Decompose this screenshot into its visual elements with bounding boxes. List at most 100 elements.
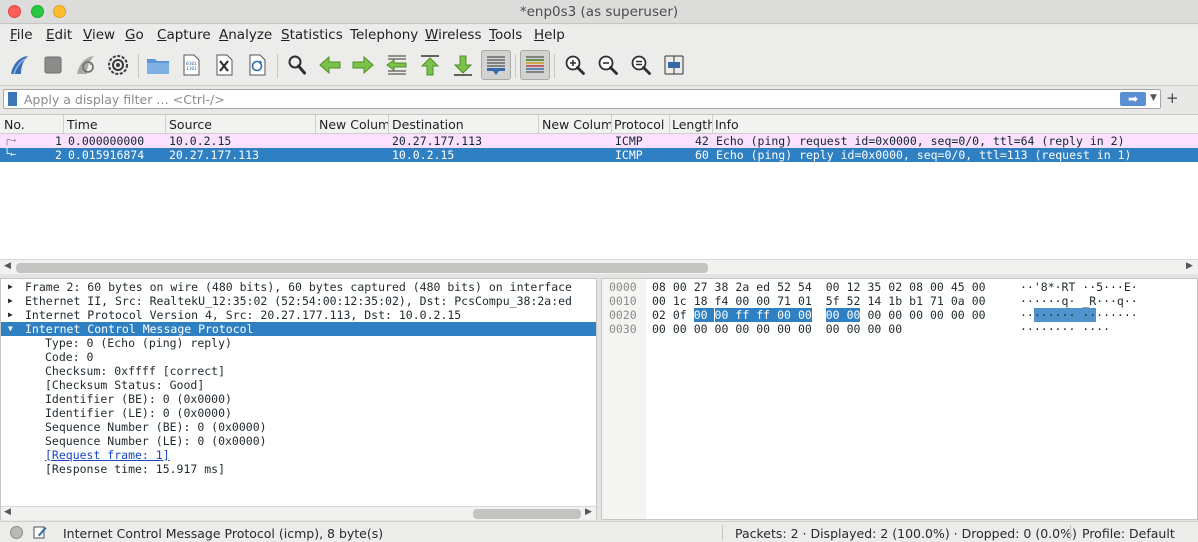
hex-byte[interactable]: 00	[930, 308, 944, 322]
menu-analyze[interactable]: Analyze	[219, 27, 272, 43]
hex-byte[interactable]: 71	[777, 294, 791, 308]
expand-arrow-icon[interactable]: ▶	[8, 308, 13, 322]
hex-byte[interactable]: f4	[715, 294, 729, 308]
autoscroll-icon[interactable]	[481, 50, 511, 80]
hex-byte[interactable]: 00	[735, 322, 749, 336]
hex-byte[interactable]: 00	[930, 280, 944, 294]
detail-field[interactable]: Type: 0 (Echo (ping) reply)	[1, 336, 596, 350]
packet-row-selected[interactable]: └← 2 0.015916874 20.27.177.113 10.0.2.15…	[0, 148, 1198, 162]
hex-byte[interactable]: 00	[714, 308, 736, 322]
hex-ascii[interactable]: ··'8*·RT ··5···E·	[1020, 280, 1138, 294]
hex-byte[interactable]: 00	[652, 294, 666, 308]
hex-row[interactable]: 0030 00 00 00 00 00 00 00 00 00 00 00 00 ········ ···…	[602, 322, 1192, 336]
hex-byte[interactable]: 2a	[735, 280, 749, 294]
column-header-destination[interactable]: Destination	[392, 117, 537, 132]
hex-byte[interactable]: 00	[694, 322, 708, 336]
hex-byte[interactable]: 00	[693, 308, 715, 322]
packet-list-horizontal-scrollbar[interactable]: ◀ ▶	[0, 259, 1198, 275]
menu-view[interactable]: View	[83, 27, 115, 43]
detail-field[interactable]: Sequence Number (LE): 0 (0x0000)	[1, 434, 596, 448]
detail-field[interactable]: Sequence Number (BE): 0 (0x0000)	[1, 420, 596, 434]
hex-byte[interactable]: 38	[715, 280, 729, 294]
column-header-new-column-2[interactable]: New Colum	[542, 117, 611, 132]
hex-byte[interactable]: 00	[826, 322, 840, 336]
hex-row[interactable]: 0000 08 00 27 38 2a ed 52 54 00 12 35 02 08 00 45 00 ··'8…	[602, 280, 1192, 294]
menu-capture[interactable]: Capture	[157, 27, 211, 43]
column-header-time[interactable]: Time	[67, 117, 161, 132]
scroll-right-icon[interactable]: ▶	[585, 507, 592, 517]
hex-byte[interactable]: 00	[777, 322, 791, 336]
hex-byte[interactable]: 01	[798, 294, 812, 308]
open-file-icon[interactable]	[143, 50, 173, 80]
column-header-new-column-1[interactable]: New Colum	[319, 117, 388, 132]
hex-byte[interactable]: 00	[888, 322, 902, 336]
display-filter-input[interactable]	[24, 91, 1104, 107]
hex-byte[interactable]: 54	[798, 280, 812, 294]
hex-byte[interactable]: 00	[888, 308, 902, 322]
hex-byte[interactable]: 00	[909, 308, 923, 322]
hex-byte[interactable]: 02	[652, 308, 666, 322]
hex-byte[interactable]: 1b	[888, 294, 902, 308]
hex-byte[interactable]: 00	[847, 322, 861, 336]
hex-byte[interactable]: 52	[847, 294, 861, 308]
hex-byte[interactable]: 52	[777, 280, 791, 294]
hex-byte[interactable]: 45	[951, 280, 965, 294]
column-header-no[interactable]: No.	[4, 117, 62, 132]
hex-byte[interactable]: 00	[673, 280, 687, 294]
detail-field[interactable]: [Response time: 15.917 ms]	[1, 462, 596, 476]
scroll-right-icon[interactable]: ▶	[1186, 261, 1193, 271]
first-packet-icon[interactable]	[415, 50, 445, 80]
hex-byte[interactable]: 71	[930, 294, 944, 308]
hex-byte[interactable]: 00	[735, 294, 749, 308]
detail-field[interactable]: [Request frame: 1]	[1, 448, 596, 462]
filter-history-dropdown[interactable]: ▼	[1150, 93, 1157, 103]
hex-byte[interactable]: 00	[798, 322, 812, 336]
restart-capture-icon[interactable]	[71, 50, 101, 80]
hex-ascii[interactable]: ······q· _R···q··	[1020, 294, 1138, 308]
scroll-left-icon[interactable]: ◀	[4, 507, 11, 517]
detail-field[interactable]: Code: 0	[1, 350, 596, 364]
filter-bookmark-icon[interactable]	[8, 92, 17, 106]
hex-byte[interactable]: 00	[777, 308, 798, 322]
hex-byte[interactable]: 00	[972, 308, 986, 322]
menu-go[interactable]: Go	[125, 27, 144, 43]
hex-byte[interactable]: 00	[652, 322, 666, 336]
hex-byte[interactable]: 14	[867, 294, 881, 308]
scroll-left-icon[interactable]: ◀	[4, 261, 11, 271]
scrollbar-thumb[interactable]	[16, 263, 708, 273]
hex-byte[interactable]: 00	[825, 308, 847, 322]
menu-statistics[interactable]: Statistics	[281, 27, 343, 43]
detail-field[interactable]: Checksum: 0xffff [correct]	[1, 364, 596, 378]
go-back-icon[interactable]	[315, 50, 345, 80]
hex-byte[interactable]: 08	[909, 280, 923, 294]
hex-byte[interactable]: 12	[847, 280, 861, 294]
scrollbar-thumb[interactable]	[473, 509, 581, 519]
hex-byte[interactable]: ff	[735, 308, 757, 322]
hex-byte[interactable]: 00	[826, 280, 840, 294]
resize-columns-icon[interactable]	[659, 50, 689, 80]
status-profile[interactable]: Profile: Default	[1082, 526, 1175, 541]
hex-byte[interactable]: 02	[888, 280, 902, 294]
hex-byte[interactable]: 0a	[951, 294, 965, 308]
hex-byte[interactable]: ff	[756, 308, 778, 322]
edit-comment-icon[interactable]	[33, 525, 47, 539]
normal-size-icon[interactable]	[626, 50, 656, 80]
hex-byte[interactable]: 00	[756, 294, 770, 308]
column-header-length[interactable]: Length	[672, 117, 712, 132]
column-header-source[interactable]: Source	[169, 117, 314, 132]
last-packet-icon[interactable]	[448, 50, 478, 80]
hex-byte[interactable]: 00	[867, 322, 881, 336]
detail-tree-node[interactable]: ▶ Frame 2: 60 bytes on wire (480 bits), 6…	[1, 280, 596, 294]
hex-byte[interactable]: ed	[756, 280, 770, 294]
apply-filter-button[interactable]: ➡	[1120, 92, 1146, 106]
hex-byte[interactable]: 00	[951, 308, 965, 322]
menu-tools[interactable]: Tools	[489, 27, 522, 43]
hex-ascii[interactable]: ········ ········	[1020, 308, 1138, 322]
hex-byte[interactable]: 00	[673, 322, 687, 336]
start-capture-icon[interactable]	[5, 50, 35, 80]
hex-ascii[interactable]: ········ ····	[1020, 322, 1110, 336]
hex-byte[interactable]: 27	[694, 280, 708, 294]
column-header-protocol[interactable]: Protocol	[614, 117, 668, 132]
request-frame-link[interactable]: [Request frame: 1]	[45, 448, 170, 462]
save-file-icon[interactable]: 0101 1101	[176, 50, 206, 80]
